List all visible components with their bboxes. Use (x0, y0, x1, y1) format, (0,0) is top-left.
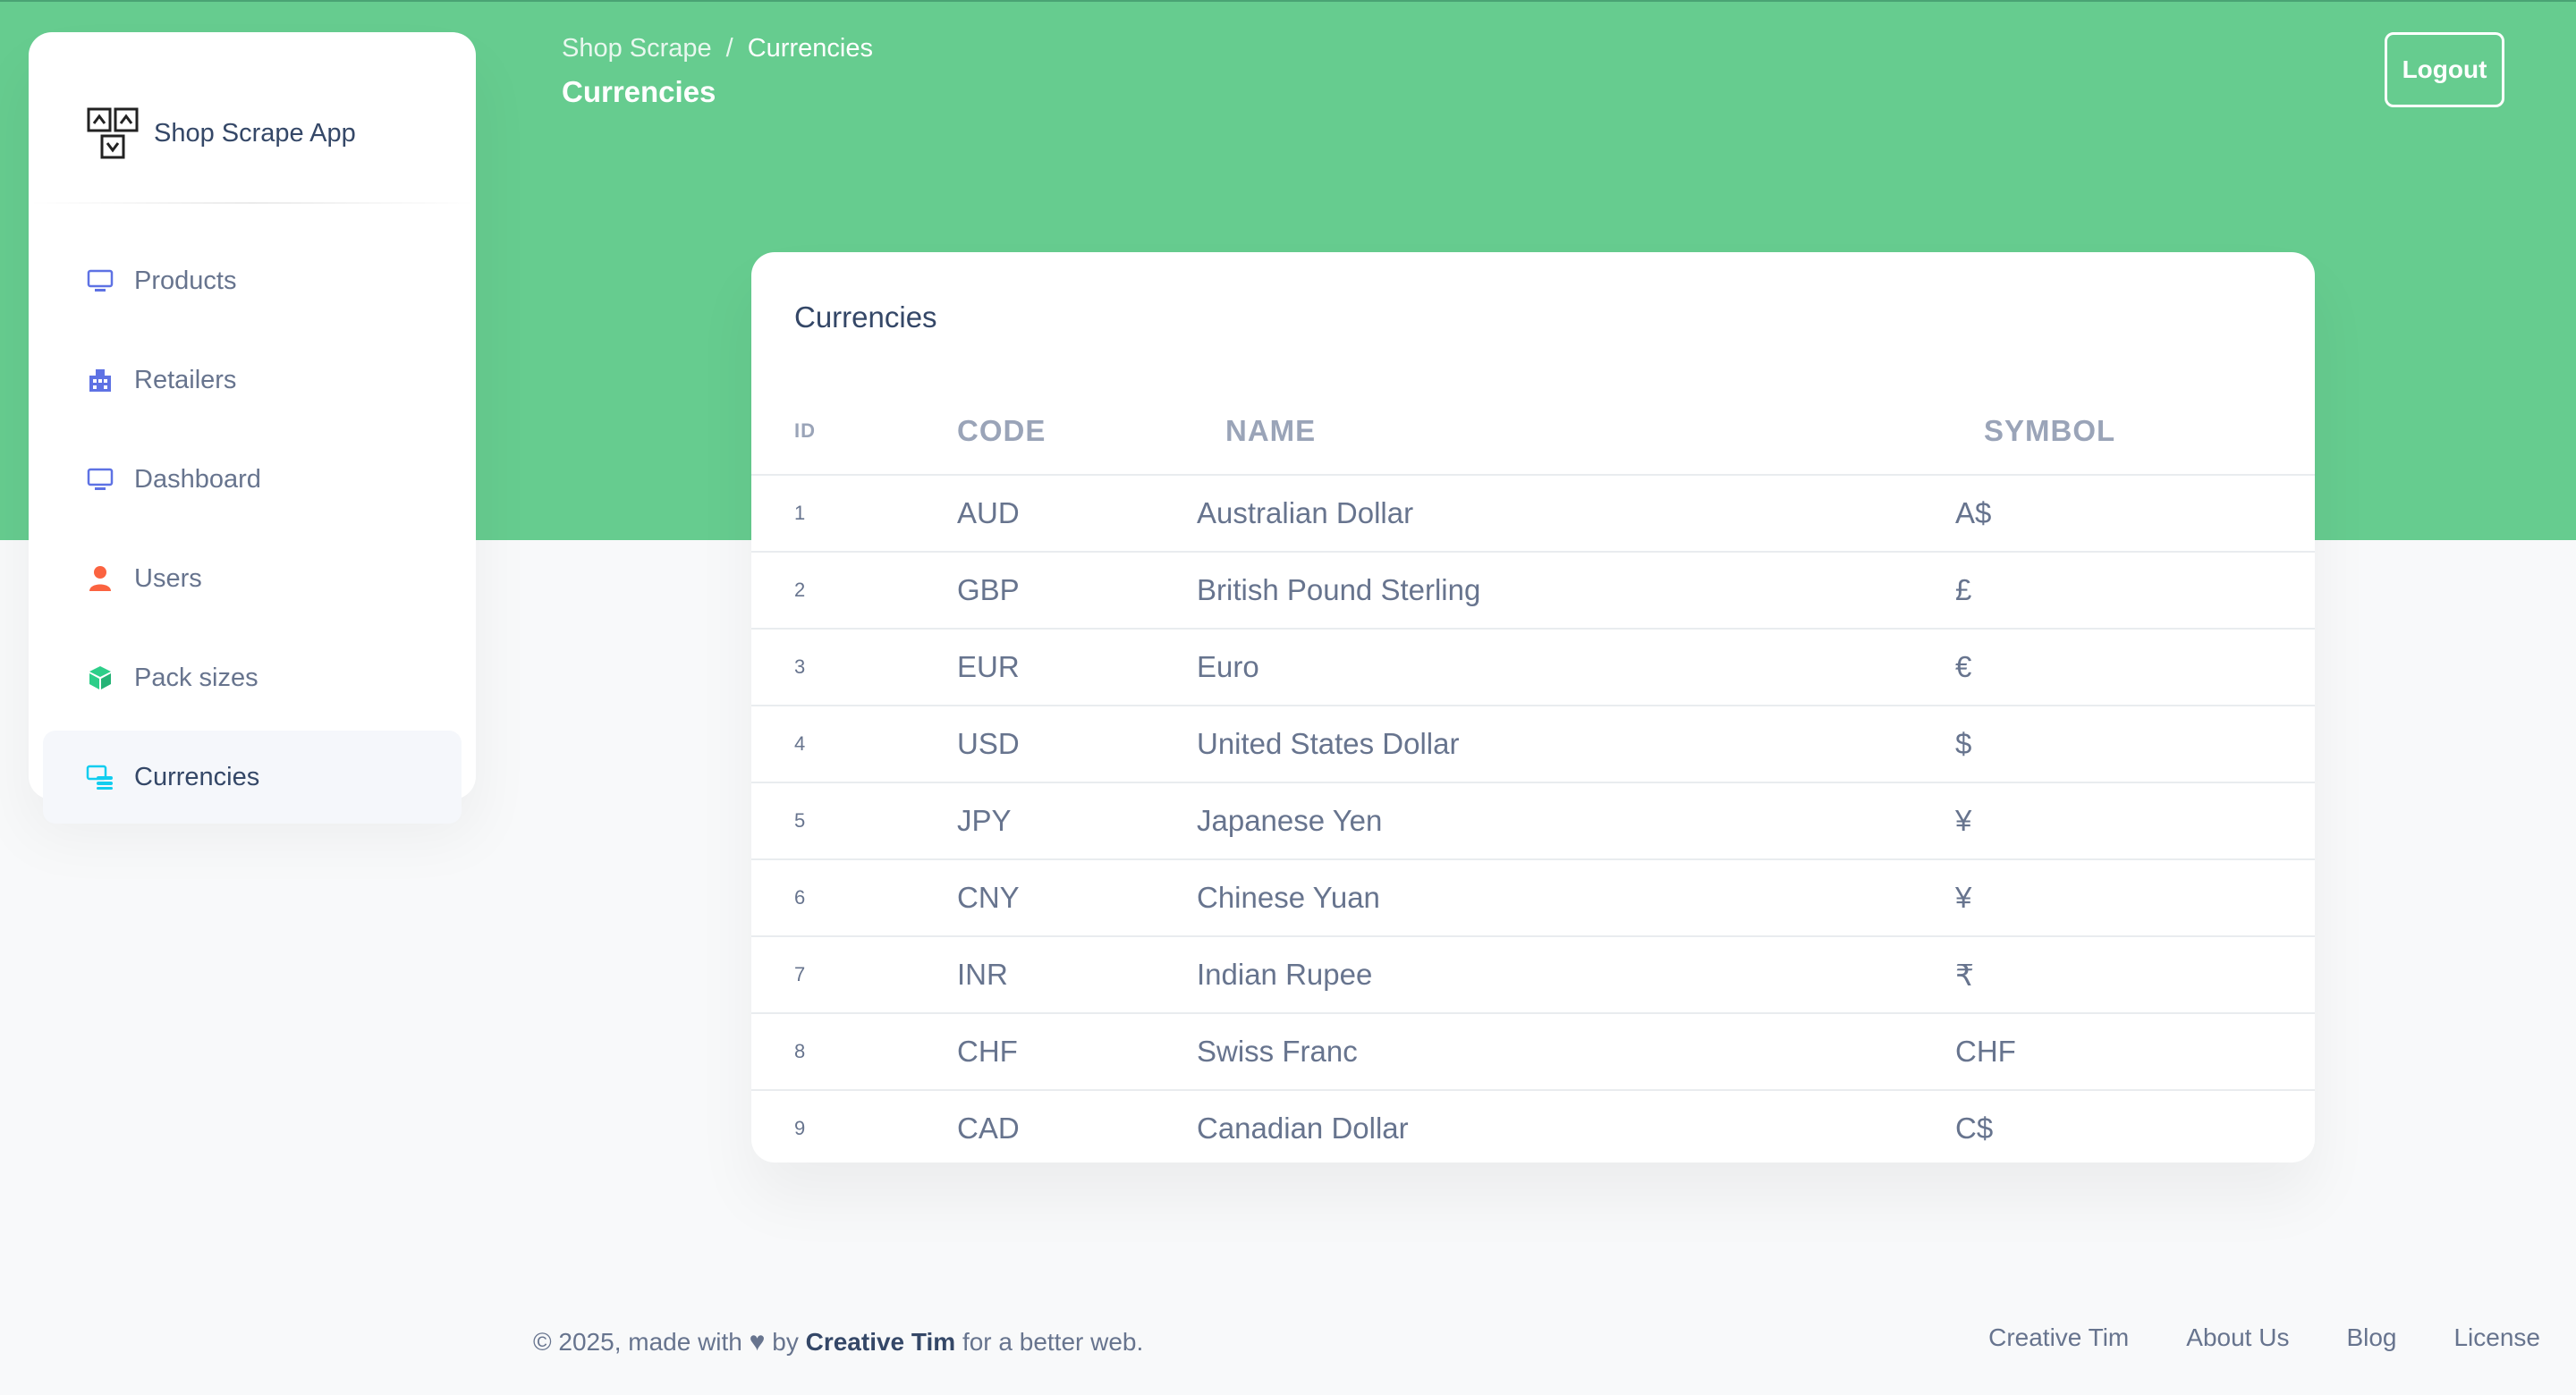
sidebar-item-dashboard[interactable]: Dashboard (43, 433, 462, 526)
cell-symbol: A$ (1955, 475, 2315, 553)
card-title: Currencies (794, 300, 937, 334)
logout-button[interactable]: Logout (2385, 32, 2504, 107)
table-row[interactable]: 1 AUD Australian Dollar A$ (751, 475, 2315, 553)
sidebar-item-label: Retailers (134, 365, 237, 394)
user-icon (86, 564, 114, 593)
currencies-card: Currencies ID CODE NAME SYMBOL 1 AUD Aus… (751, 252, 2315, 1162)
sidebar-item-pack-sizes[interactable]: Pack sizes (43, 631, 462, 724)
cell-id: 1 (751, 475, 957, 553)
monitor-icon (86, 465, 114, 494)
cell-code: CNY (957, 859, 1197, 937)
table-header-row: ID CODE NAME SYMBOL (751, 388, 2315, 476)
cell-name: Swiss Franc (1197, 1013, 1955, 1091)
cell-symbol: ¥ (1955, 782, 2315, 860)
cell-id: 9 (794, 1117, 806, 1139)
table-row[interactable]: 2 GBP British Pound Sterling £ (751, 552, 2315, 630)
page-title: Currencies (562, 75, 716, 108)
sidebar-item-label: Users (134, 563, 202, 593)
footer-author-link[interactable]: Creative Tim (806, 1328, 956, 1356)
currencies-table: ID CODE NAME SYMBOL 1 AUD Australian Dol… (751, 388, 2315, 1162)
cell-name: Indian Rupee (1197, 936, 1955, 1014)
sidebar-item-currencies[interactable]: Currencies (43, 731, 462, 824)
cell-code: JPY (957, 782, 1197, 860)
cell-name: Australian Dollar (1197, 475, 1955, 553)
table-row[interactable]: 6 CNY Chinese Yuan ¥ (751, 859, 2315, 937)
heart-icon: ♥ (749, 1327, 766, 1357)
cell-name: Euro (1197, 629, 1955, 706)
breadcrumb-current: Currencies (747, 34, 873, 63)
breadcrumb-separator: / (725, 34, 733, 63)
sidebar-nav: Products Retailers Dashboard Users Pack … (43, 234, 462, 830)
brand[interactable]: Shop Scrape App (86, 75, 356, 191)
cell-id: 6 (751, 859, 957, 937)
cell-id: 3 (751, 629, 957, 706)
sidebar-item-products[interactable]: Products (43, 234, 462, 327)
sidebar: Shop Scrape App Products Retailers Dashb… (29, 32, 476, 824)
box-icon (86, 664, 114, 692)
cell-id: 8 (751, 1013, 957, 1091)
building-icon (86, 366, 114, 394)
sidebar-item-label: Products (134, 266, 237, 295)
column-header-name[interactable]: NAME (1197, 388, 1955, 476)
footer-links: Creative Tim About Us Blog License (1988, 1323, 2540, 1352)
cell-symbol: ¥ (1955, 859, 2315, 937)
table-row[interactable]: 8 CHF Swiss Franc CHF (751, 1013, 2315, 1091)
cell-name: British Pound Sterling (1197, 552, 1955, 630)
cell-code: CHF (957, 1013, 1197, 1091)
brand-name: Shop Scrape App (154, 118, 356, 148)
sidebar-item-label: Pack sizes (134, 663, 258, 692)
cell-symbol: CHF (1955, 1013, 2315, 1091)
cell-symbol: £ (1955, 552, 2315, 630)
sidebar-item-label: Currencies (134, 762, 260, 791)
boxes-logo-icon (87, 107, 139, 159)
cell-name: Chinese Yuan (1197, 859, 1955, 937)
monitor-icon (86, 266, 114, 295)
table-row[interactable]: 9 CAD Canadian Dollar C$ (751, 1090, 2315, 1162)
cell-code: GBP (957, 552, 1197, 630)
column-header-symbol[interactable]: SYMBOL (1955, 388, 2315, 476)
sidebar-item-label: Dashboard (134, 464, 261, 494)
footer-copyright-prefix: © 2025, made with (533, 1328, 742, 1356)
table-row[interactable]: 5 JPY Japanese Yen ¥ (751, 782, 2315, 860)
cell-name: Japanese Yen (1197, 782, 1955, 860)
column-header-id[interactable]: ID (751, 388, 957, 476)
coins-icon (86, 763, 114, 791)
cell-id: 5 (751, 782, 957, 860)
cell-id: 2 (751, 552, 957, 630)
cell-name: United States Dollar (1197, 706, 1955, 783)
footer-link-blog[interactable]: Blog (2346, 1323, 2396, 1352)
footer-link-license[interactable]: License (2453, 1323, 2540, 1352)
cell-code: USD (957, 706, 1197, 783)
breadcrumb-link-home[interactable]: Shop Scrape (562, 34, 712, 63)
footer-link-about-us[interactable]: About Us (2186, 1323, 2289, 1352)
footer-link-creative-tim[interactable]: Creative Tim (1988, 1323, 2129, 1352)
footer-by: by (772, 1328, 799, 1356)
table-row[interactable]: 3 EUR Euro € (751, 629, 2315, 706)
table-row[interactable]: 4 USD United States Dollar $ (751, 706, 2315, 783)
sidebar-divider (29, 202, 476, 204)
cell-id: 7 (751, 936, 957, 1014)
cell-symbol: ₹ (1955, 936, 2315, 1014)
cell-symbol: $ (1955, 706, 2315, 783)
cell-code: INR (957, 936, 1197, 1014)
cell-symbol: C$ (1955, 1112, 1994, 1145)
cell-code: AUD (957, 475, 1197, 553)
sidebar-item-retailers[interactable]: Retailers (43, 334, 462, 427)
cell-symbol: € (1955, 629, 2315, 706)
column-header-code[interactable]: CODE (957, 388, 1197, 476)
cell-code: CAD (957, 1112, 1020, 1145)
table-row[interactable]: 7 INR Indian Rupee ₹ (751, 936, 2315, 1014)
sidebar-item-users[interactable]: Users (43, 532, 462, 625)
cell-id: 4 (751, 706, 957, 783)
footer-copyright: © 2025, made with ♥ by Creative Tim for … (533, 1327, 1143, 1357)
breadcrumb: Shop Scrape / Currencies (562, 34, 873, 63)
footer-suffix: for a better web. (962, 1328, 1144, 1356)
cell-name: Canadian Dollar (1197, 1112, 1409, 1145)
cell-code: EUR (957, 629, 1197, 706)
